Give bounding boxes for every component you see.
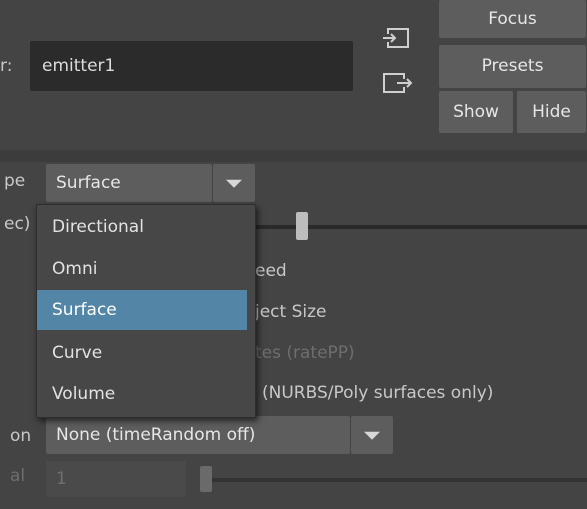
emitter-type-dropdown-menu: Directional Omni Surface Curve Volume (36, 204, 256, 418)
name-label: r: (0, 56, 13, 76)
rate-label: ec) (4, 214, 31, 234)
cycle-interval-field[interactable]: 1 (46, 461, 186, 497)
scale-rate-by-speed-label: eed (255, 261, 287, 281)
dropdown-option-curve[interactable]: Curve (37, 333, 247, 373)
cycle-emission-label: on (10, 426, 32, 446)
scale-rate-by-object-size-label: ject Size (255, 302, 327, 322)
dropdown-option-surface[interactable]: Surface (37, 290, 247, 330)
need-parent-uv-label: (NURBS/Poly surfaces only) (262, 383, 494, 403)
input-connection-icon[interactable] (381, 26, 415, 52)
chevron-down-icon (364, 431, 380, 440)
cycle-interval-label: al (10, 466, 26, 486)
cycle-emission-combo[interactable]: None (timeRandom off) (46, 416, 350, 454)
section-separator (0, 150, 587, 162)
presets-button[interactable]: Presets (439, 45, 586, 88)
output-connection-icon[interactable] (381, 70, 415, 98)
emitter-type-label: pe (4, 171, 26, 191)
chevron-down-icon (226, 179, 242, 188)
focus-button[interactable]: Focus (439, 0, 586, 38)
cycle-interval-slider-handle[interactable] (200, 466, 212, 492)
cycle-emission-dropdown-arrow[interactable] (351, 416, 393, 454)
dropdown-option-directional[interactable]: Directional (37, 207, 247, 247)
emitter-type-dropdown-arrow[interactable] (213, 164, 255, 202)
hide-button[interactable]: Hide (517, 91, 586, 133)
dropdown-option-omni[interactable]: Omni (37, 249, 247, 289)
name-field[interactable]: emitter1 (30, 41, 353, 91)
cycle-interval-slider-track[interactable] (200, 478, 587, 482)
emitter-type-combo[interactable]: Surface (46, 164, 212, 202)
rate-slider-handle[interactable] (296, 212, 308, 240)
use-per-point-rates-label: tes (ratePP) (255, 343, 355, 363)
dropdown-option-volume[interactable]: Volume (37, 374, 247, 414)
show-button[interactable]: Show (439, 91, 513, 133)
